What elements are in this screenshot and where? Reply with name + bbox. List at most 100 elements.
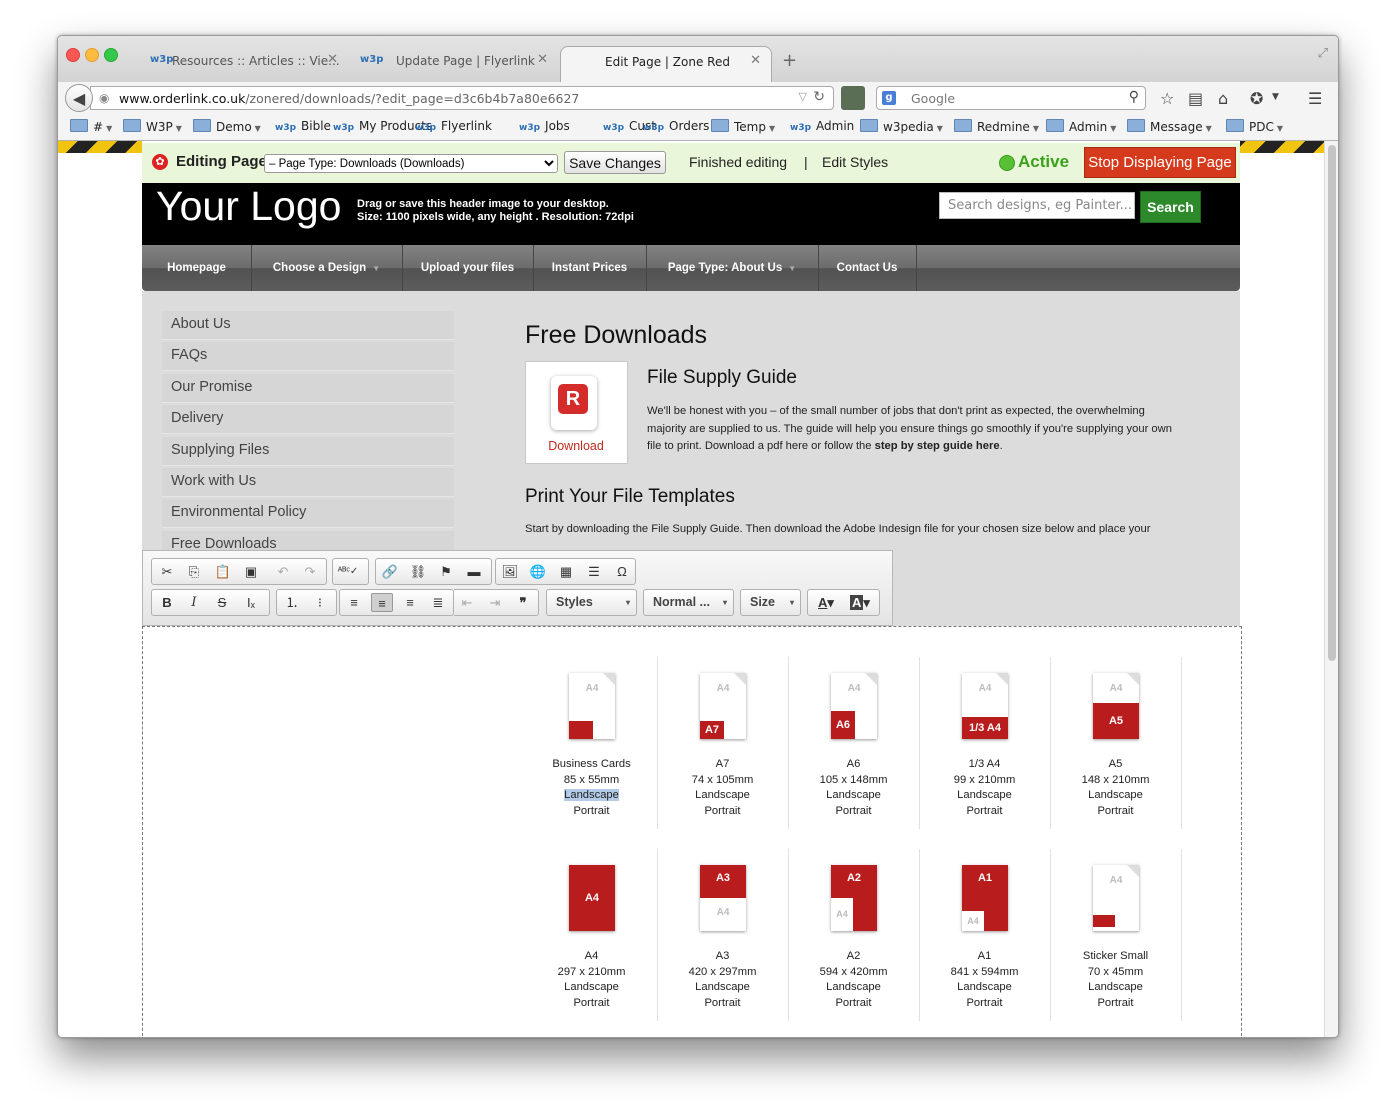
google-icon[interactable]: g [882, 91, 896, 105]
landscape-link[interactable]: Landscape [695, 789, 750, 801]
close-tab-icon[interactable]: ✕ [750, 53, 761, 68]
landscape-link[interactable]: Landscape [826, 789, 881, 801]
bookmark-item[interactable]: w3p Bible [275, 119, 331, 133]
portrait-link[interactable]: Portrait [573, 997, 609, 1009]
sidebar-item[interactable]: About Us [162, 311, 454, 340]
redo-icon[interactable]: ↷ [299, 562, 321, 581]
landscape-link[interactable]: Landscape [564, 981, 619, 993]
bookmark-item[interactable]: PDC ▼ [1226, 119, 1283, 134]
fullscreen-icon[interactable]: ⤢ [1318, 46, 1328, 61]
landscape-link[interactable]: Landscape [957, 789, 1012, 801]
tab-resources[interactable]: w3p Resources :: Articles :: Vie... ✕ [138, 46, 348, 82]
unlink-icon[interactable]: ⛓ [407, 562, 429, 581]
align-right-icon[interactable]: ≡ [399, 593, 421, 612]
bookmark-item[interactable]: Admin ▼ [1046, 119, 1116, 134]
bookmarks-list-icon[interactable]: ▤ [1188, 89, 1203, 108]
numbered-list-icon[interactable]: ⒈ [281, 593, 303, 612]
download-guide-button[interactable]: R Download [525, 361, 628, 464]
background-color-icon[interactable]: A ▾ [846, 593, 874, 612]
paste-text-icon[interactable]: ▣ [240, 562, 262, 581]
portrait-link[interactable]: Portrait [835, 997, 871, 1009]
button-icon[interactable]: ▬ [463, 562, 485, 581]
bookmark-item[interactable]: w3p Flyerlink [415, 119, 492, 133]
align-center-icon[interactable]: ≡ [371, 593, 393, 612]
portrait-link[interactable]: Portrait [1097, 997, 1133, 1009]
portrait-link[interactable]: Portrait [1097, 805, 1133, 817]
bookmark-item[interactable]: Message ▼ [1127, 119, 1212, 134]
bookmark-item[interactable]: w3pedia ▼ [860, 119, 943, 134]
bookmark-item[interactable]: Redmine ▼ [954, 119, 1039, 134]
portrait-link[interactable]: Portrait [835, 805, 871, 817]
landscape-link[interactable]: Landscape [564, 789, 619, 801]
text-color-icon[interactable]: A▾ [812, 593, 840, 612]
search-icon[interactable]: ⚲ [1129, 89, 1139, 105]
size-dropdown[interactable]: Size ▾ [740, 589, 801, 616]
bookmark-item[interactable]: # ▼ [70, 119, 112, 134]
bookmark-item[interactable]: Demo ▼ [193, 119, 261, 134]
portrait-link[interactable]: Portrait [573, 805, 609, 817]
design-search-input[interactable]: Search designs, eg Painter... [939, 192, 1135, 219]
portrait-link[interactable]: Portrait [704, 805, 740, 817]
minimize-window-button[interactable] [85, 48, 99, 62]
cut-icon[interactable]: ✂ [156, 562, 178, 581]
special-char-icon[interactable]: Ω [611, 562, 633, 581]
url-text[interactable]: www.orderlink.co.uk/zonered/downloads/?e… [119, 91, 579, 106]
landscape-link[interactable]: Landscape [1088, 981, 1143, 993]
landscape-link[interactable]: Landscape [695, 981, 750, 993]
bookmark-item[interactable]: w3p Admin [790, 119, 854, 133]
bullet-list-icon[interactable]: ⁝ [309, 593, 331, 612]
landscape-link[interactable]: Landscape [957, 981, 1012, 993]
horizontal-rule-icon[interactable]: ☰ [583, 562, 605, 581]
addon-icon[interactable]: ✪ [1250, 89, 1263, 108]
menu-item[interactable]: Choose a Design ▼ [251, 245, 403, 291]
spellcheck-icon[interactable]: ᴬᴮᶜ✓ [337, 562, 359, 581]
anchor-flag-icon[interactable]: ⚑ [435, 562, 457, 581]
undo-icon[interactable]: ↶ [272, 562, 294, 581]
justify-icon[interactable]: ≣ [427, 593, 449, 612]
landscape-link[interactable]: Landscape [1088, 789, 1143, 801]
outdent-icon[interactable]: ⇤ [456, 593, 478, 612]
url-history-dropdown-icon[interactable]: ▽ [799, 90, 807, 103]
addon-dropdown-icon[interactable]: ▼ [1272, 92, 1279, 102]
italic-icon[interactable]: I [183, 593, 205, 612]
portrait-link[interactable]: Portrait [704, 997, 740, 1009]
scroll-thumb[interactable] [1328, 145, 1336, 661]
tab-update-page[interactable]: w3p Update Page | Flyerlink ✕ [348, 46, 558, 82]
close-tab-icon[interactable]: ✕ [327, 52, 338, 67]
menu-item[interactable]: Upload your files [402, 245, 534, 291]
bookmark-item[interactable]: w3p Jobs [519, 119, 570, 133]
site-logo[interactable]: Your Logo [156, 183, 341, 230]
editable-region[interactable]: A4 Business Cards 85 x 55mm Landscape Portra… [142, 626, 1242, 1037]
table-icon[interactable]: ▦ [555, 562, 577, 581]
home-icon[interactable]: ⌂ [1218, 89, 1228, 108]
step-guide-link[interactable]: step by step guide here [875, 440, 1000, 452]
sidebar-item[interactable]: Supplying Files [162, 436, 454, 466]
blockquote-icon[interactable]: ❞ [512, 593, 534, 612]
menu-item[interactable]: Instant Prices [533, 245, 647, 291]
menu-icon[interactable]: ☰ [1308, 89, 1322, 108]
bookmark-item[interactable]: W3P ▼ [123, 119, 182, 134]
bookmark-star-icon[interactable]: ☆ [1160, 89, 1174, 108]
back-button[interactable]: ◀ [65, 84, 93, 112]
menu-item[interactable]: Page Type: About Us ▼ [646, 245, 819, 291]
strikethrough-icon[interactable]: S [211, 593, 233, 612]
close-tab-icon[interactable]: ✕ [537, 52, 548, 67]
page-select[interactable]: – Page Type: Downloads (Downloads) [264, 154, 558, 173]
copy-icon[interactable]: ⎘ [183, 562, 205, 581]
sidebar-item[interactable]: Our Promise [162, 373, 454, 403]
bold-icon[interactable]: B [156, 593, 178, 612]
sidebar-item[interactable]: Work with Us [162, 467, 454, 497]
landscape-link[interactable]: Landscape [826, 981, 881, 993]
menu-item[interactable]: Contact Us [818, 245, 917, 291]
close-window-button[interactable] [66, 48, 80, 62]
menu-item[interactable]: Homepage [142, 245, 252, 291]
bookmark-item[interactable]: w3p Orders [643, 119, 709, 133]
save-changes-button[interactable]: Save Changes [564, 151, 666, 174]
new-tab-button[interactable]: + [782, 50, 797, 71]
sidebar-item[interactable]: Delivery [162, 405, 454, 435]
edit-styles-link[interactable]: Edit Styles [822, 154, 888, 170]
finished-editing-link[interactable]: Finished editing [689, 154, 787, 170]
link-icon[interactable]: 🔗 [379, 562, 401, 581]
reload-icon[interactable]: ↻ [813, 89, 825, 105]
design-search-button[interactable]: Search [1140, 191, 1201, 223]
